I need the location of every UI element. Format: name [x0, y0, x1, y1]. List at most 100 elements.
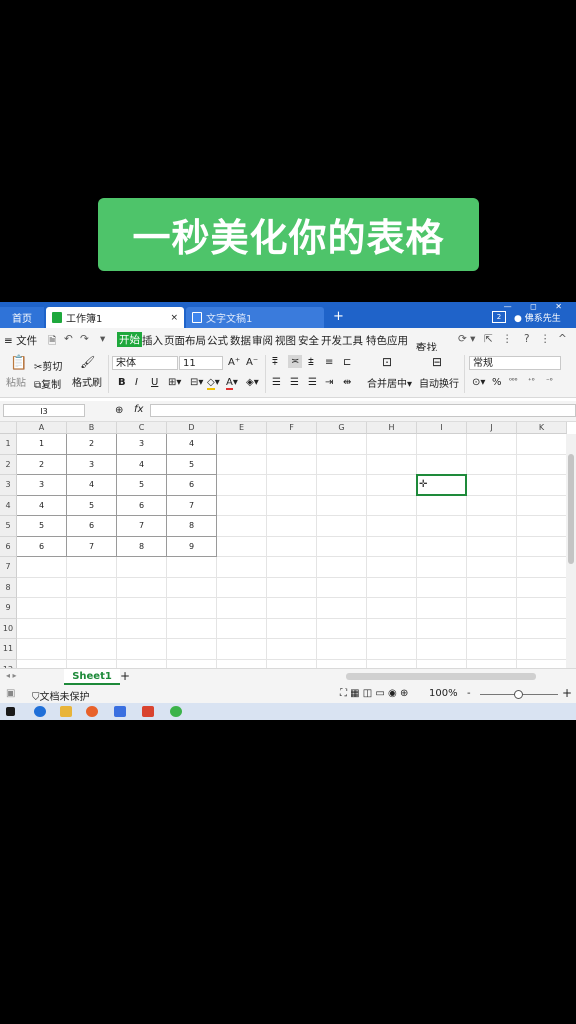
grid-cell[interactable]: [467, 454, 517, 475]
grid-cell[interactable]: [417, 618, 467, 639]
grid-cell[interactable]: [67, 618, 117, 639]
firefox-icon[interactable]: [86, 706, 98, 717]
grid-cell[interactable]: [267, 516, 317, 537]
grid-cell[interactable]: [367, 434, 417, 455]
grid-cell[interactable]: 1: [17, 434, 67, 455]
grid-cell[interactable]: [367, 598, 417, 619]
align-left-icon[interactable]: ☰: [272, 377, 281, 388]
save-icon[interactable]: 🗎: [48, 333, 56, 351]
font-color-icon[interactable]: A▾: [226, 377, 238, 390]
collapse-ribbon-icon[interactable]: ^: [558, 333, 567, 345]
grid-cell[interactable]: [67, 639, 117, 660]
font-name-select[interactable]: 宋体: [112, 356, 178, 370]
row-header[interactable]: 4: [0, 495, 17, 516]
align-middle-icon[interactable]: ≍: [288, 355, 303, 368]
grid-cell[interactable]: [267, 577, 317, 598]
align-bottom-icon[interactable]: ⩲: [308, 357, 314, 368]
grid-cell[interactable]: [217, 475, 267, 496]
grid-cell[interactable]: 2: [17, 454, 67, 475]
grid-cell[interactable]: 7: [117, 516, 167, 537]
grid-cell[interactable]: [417, 577, 467, 598]
grid-cell[interactable]: [367, 516, 417, 537]
grid-cell[interactable]: [217, 618, 267, 639]
grid-cell[interactable]: [517, 536, 567, 557]
grid-cell[interactable]: 5: [67, 495, 117, 516]
underline-button[interactable]: U: [151, 377, 158, 388]
menu-dev-tools[interactable]: 开发工具: [321, 333, 363, 348]
grid-cell[interactable]: [517, 434, 567, 455]
grid-cell[interactable]: [317, 618, 367, 639]
more-options-icon[interactable]: ⋮: [540, 333, 551, 345]
grid-cell[interactable]: [267, 598, 317, 619]
grid-cell[interactable]: [117, 557, 167, 578]
grid-cell[interactable]: [367, 639, 417, 660]
grid-cell[interactable]: [167, 577, 217, 598]
grid-cell[interactable]: [467, 598, 517, 619]
grow-font-icon[interactable]: A⁺: [228, 357, 240, 368]
menu-review[interactable]: 审阅: [252, 333, 273, 348]
grid-cell[interactable]: [317, 516, 367, 537]
grid-cell[interactable]: [417, 454, 467, 475]
grid-cell[interactable]: [267, 557, 317, 578]
grid-cell[interactable]: 6: [167, 475, 217, 496]
grid-cell[interactable]: [517, 516, 567, 537]
grid-cell[interactable]: [317, 598, 367, 619]
grid-cell[interactable]: [17, 557, 67, 578]
grid-cell[interactable]: [367, 618, 417, 639]
copy-button[interactable]: ⧉复制: [34, 376, 61, 391]
indent-icon[interactable]: ⇥: [325, 377, 333, 388]
grid-cell[interactable]: [67, 598, 117, 619]
grid-cell[interactable]: [17, 618, 67, 639]
column-header[interactable]: I: [417, 422, 467, 434]
menu-view[interactable]: 视图: [275, 333, 296, 348]
tab-workbook[interactable]: 工作簿1 ×: [46, 307, 184, 328]
zoom-icon[interactable]: ⊕: [115, 405, 123, 416]
grid-cell[interactable]: [467, 434, 517, 455]
row-header[interactable]: 10: [0, 618, 17, 639]
grid-cell[interactable]: 9: [167, 536, 217, 557]
vertical-scrollbar-thumb[interactable]: [568, 454, 574, 564]
grid-cell[interactable]: [467, 536, 517, 557]
grid-cell[interactable]: [417, 598, 467, 619]
layout-icon[interactable]: 2: [492, 311, 506, 323]
wrap-distribute-icon[interactable]: ⊏: [343, 357, 351, 368]
grid-cell[interactable]: [417, 639, 467, 660]
view-mode-icons[interactable]: ⛶ ▦ ◫ ▭ ◉ ⊕: [340, 688, 408, 699]
grid-cell[interactable]: [167, 598, 217, 619]
paste-button[interactable]: 粘贴: [6, 374, 26, 389]
grid-cell[interactable]: 6: [67, 516, 117, 537]
grid-cell[interactable]: 7: [67, 536, 117, 557]
grid-cell[interactable]: [517, 495, 567, 516]
column-header[interactable]: A: [17, 422, 67, 434]
grid-cell[interactable]: [467, 495, 517, 516]
eraser-icon[interactable]: ◈▾: [246, 377, 259, 388]
column-header[interactable]: H: [367, 422, 417, 434]
grid-cell[interactable]: [467, 577, 517, 598]
grid-cell[interactable]: [217, 495, 267, 516]
column-header[interactable]: E: [217, 422, 267, 434]
grid-cell[interactable]: [367, 475, 417, 496]
new-tab-button[interactable]: +: [333, 309, 344, 324]
shrink-font-icon[interactable]: A⁻: [246, 357, 258, 368]
grid-cell[interactable]: [517, 577, 567, 598]
grid-cell[interactable]: 5: [117, 475, 167, 496]
share-icon[interactable]: ⇱: [484, 333, 493, 345]
grid-cell[interactable]: [267, 495, 317, 516]
user-name[interactable]: ● 佛系先生: [514, 311, 561, 324]
auto-wrap-button[interactable]: 自动换行: [419, 375, 459, 390]
grid-cell[interactable]: 5: [167, 454, 217, 475]
grid-cell[interactable]: 6: [17, 536, 67, 557]
column-header[interactable]: C: [117, 422, 167, 434]
grid-cell[interactable]: [267, 639, 317, 660]
column-header[interactable]: F: [267, 422, 317, 434]
align-justify-icon[interactable]: ≡: [325, 357, 333, 368]
grid-cell[interactable]: [117, 577, 167, 598]
grid-cell[interactable]: [367, 557, 417, 578]
grid-cell[interactable]: [217, 434, 267, 455]
add-sheet-button[interactable]: +: [120, 669, 130, 683]
row-header[interactable]: 3: [0, 475, 17, 496]
menu-file[interactable]: ≡ 文件: [4, 333, 37, 348]
grid-cell[interactable]: [217, 598, 267, 619]
grid-cell[interactable]: [367, 454, 417, 475]
grid-cell[interactable]: [217, 577, 267, 598]
